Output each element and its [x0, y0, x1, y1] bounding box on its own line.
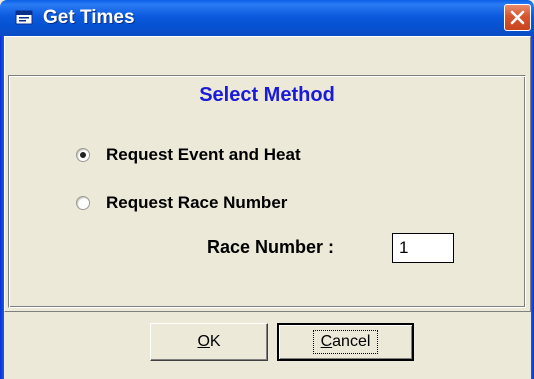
- close-icon: [510, 10, 525, 25]
- cancel-button-label: Cancel: [312, 330, 379, 354]
- get-times-dialog: Get Times Select Method Request Event an…: [0, 0, 534, 379]
- radio-label-event-heat: Request Event and Heat: [106, 145, 301, 164]
- window-app-icon[interactable]: [15, 9, 35, 27]
- radio-button-checked[interactable]: [76, 148, 90, 162]
- ok-button-label: OK: [197, 333, 221, 350]
- cancel-button[interactable]: Cancel: [277, 323, 414, 361]
- radio-request-event-heat[interactable]: Request Event and Heat: [76, 143, 301, 167]
- race-number-input[interactable]: [392, 233, 454, 263]
- section-title: Select Method: [199, 84, 335, 106]
- close-button[interactable]: [504, 4, 531, 31]
- title-bar[interactable]: Get Times: [0, 0, 534, 36]
- radio-button-unchecked[interactable]: [76, 196, 90, 210]
- window-title: Get Times: [43, 7, 135, 28]
- race-number-label: Race Number :: [207, 237, 335, 257]
- radio-request-race-number[interactable]: Request Race Number: [76, 191, 287, 215]
- radio-label-race-number: Request Race Number: [106, 193, 288, 212]
- ok-button[interactable]: OK: [150, 323, 268, 361]
